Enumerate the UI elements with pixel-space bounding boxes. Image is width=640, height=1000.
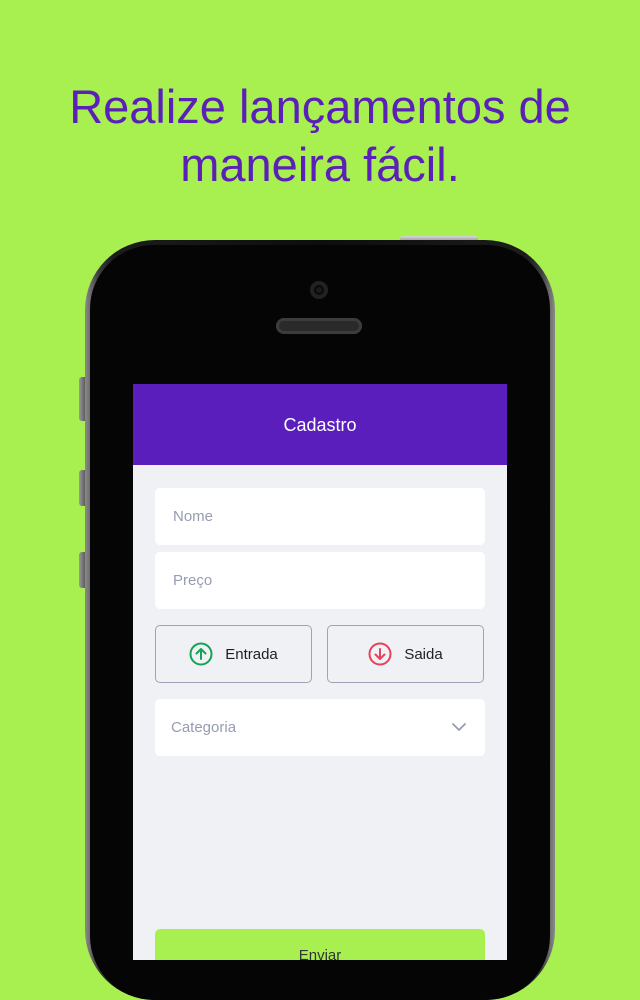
income-type-label: Entrada — [225, 645, 278, 663]
submit-button[interactable]: Enviar — [155, 929, 485, 960]
arrow-down-circle-icon — [368, 642, 392, 666]
submit-button-label: Enviar — [298, 947, 342, 960]
name-input-placeholder: Nome — [173, 508, 214, 525]
price-input-placeholder: Preço — [173, 572, 213, 589]
headline: Realize lançamentos de maneira fácil. — [0, 78, 640, 194]
app-screen: Cadastro Nome Preço Entrada Saida Catego… — [133, 384, 507, 960]
outcome-type-label: Saida — [404, 645, 443, 663]
chevron-down-icon — [451, 719, 467, 736]
category-select-placeholder: Categoria — [171, 719, 237, 736]
front-camera — [310, 281, 328, 299]
income-type-button[interactable]: Entrada — [155, 625, 312, 683]
category-select[interactable]: Categoria — [155, 699, 485, 756]
earpiece-speaker — [276, 318, 362, 334]
name-input[interactable]: Nome — [155, 488, 485, 545]
headline-line-1: Realize lançamentos de — [69, 80, 571, 133]
app-header: Cadastro — [133, 384, 507, 465]
price-input[interactable]: Preço — [155, 552, 485, 609]
page-title: Cadastro — [283, 415, 357, 435]
headline-line-2: maneira fácil. — [180, 138, 460, 191]
arrow-up-circle-icon — [189, 642, 213, 666]
outcome-type-button[interactable]: Saida — [327, 625, 484, 683]
